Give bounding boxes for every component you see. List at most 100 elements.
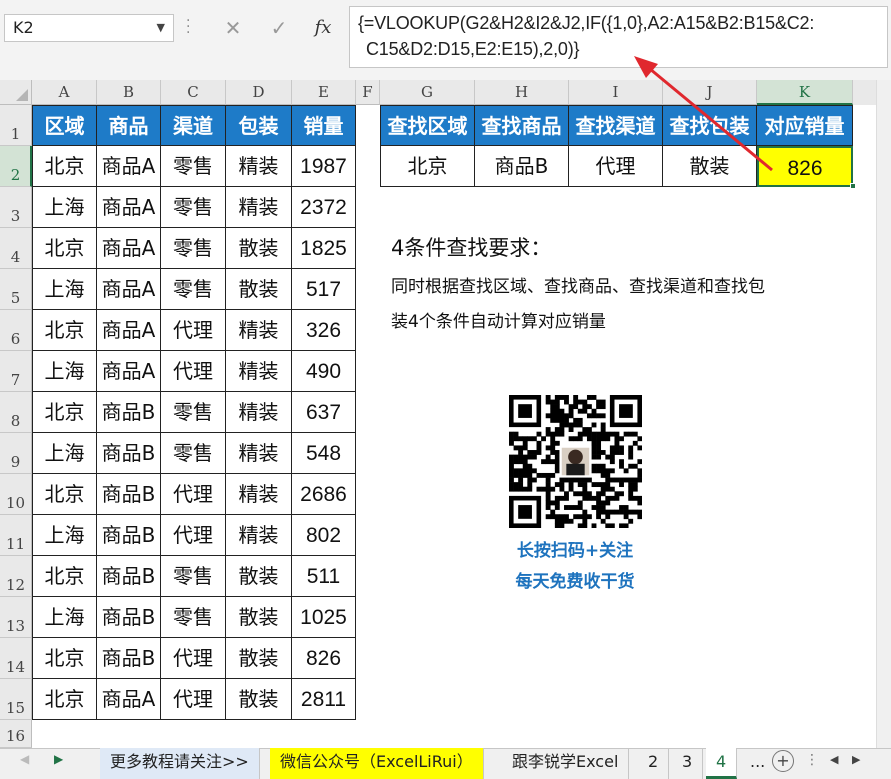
- vertical-scrollbar[interactable]: [876, 80, 891, 748]
- table-cell[interactable]: 商品B: [97, 433, 161, 474]
- table-cell[interactable]: 商品B: [97, 597, 161, 638]
- select-all-corner[interactable]: [0, 80, 32, 105]
- table-cell[interactable]: 代理: [161, 638, 226, 679]
- insert-function-icon[interactable]: fx: [306, 14, 340, 42]
- table-cell[interactable]: 北京: [32, 679, 97, 720]
- column-header-h[interactable]: H: [475, 80, 569, 105]
- sheet-tab-1[interactable]: 更多教程请关注>>: [100, 748, 260, 779]
- table-cell[interactable]: 北京: [32, 146, 97, 187]
- table-cell[interactable]: 散装: [226, 269, 292, 310]
- table-cell[interactable]: 零售: [161, 392, 226, 433]
- prev-sheet-icon[interactable]: ◀: [20, 752, 29, 766]
- table-cell[interactable]: 上海: [32, 515, 97, 556]
- table-cell[interactable]: 散装: [226, 597, 292, 638]
- table-cell[interactable]: 散装: [226, 556, 292, 597]
- table-cell[interactable]: 零售: [161, 269, 226, 310]
- row-header-3[interactable]: 3: [0, 187, 32, 228]
- table-cell[interactable]: 商品A: [97, 679, 161, 720]
- row-header-12[interactable]: 12: [0, 556, 32, 597]
- row-header-13[interactable]: 13: [0, 597, 32, 638]
- table-header-cell[interactable]: 包装: [226, 105, 292, 146]
- table-cell[interactable]: 精装: [226, 392, 292, 433]
- table-cell[interactable]: 商品A: [97, 228, 161, 269]
- table-cell[interactable]: 上海: [32, 187, 97, 228]
- column-header-b[interactable]: B: [97, 80, 161, 105]
- sheet-tab-4[interactable]: 2: [638, 748, 670, 779]
- table-cell[interactable]: 511: [292, 556, 356, 597]
- sheet-tab-5[interactable]: 3: [672, 748, 704, 779]
- table-cell[interactable]: 北京: [32, 474, 97, 515]
- table-cell[interactable]: 精装: [226, 433, 292, 474]
- table-cell[interactable]: 326: [292, 310, 356, 351]
- table-cell[interactable]: 零售: [161, 187, 226, 228]
- sheet-tab-active[interactable]: 4: [706, 748, 738, 779]
- row-header-10[interactable]: 10: [0, 474, 32, 515]
- table-cell[interactable]: 上海: [32, 351, 97, 392]
- table-cell[interactable]: 零售: [161, 228, 226, 269]
- table-cell[interactable]: 商品A: [97, 187, 161, 228]
- table-cell[interactable]: 2372: [292, 187, 356, 228]
- table-header-cell[interactable]: 销量: [292, 105, 356, 146]
- lookup-header-cell[interactable]: 查找区域: [380, 105, 475, 146]
- table-cell[interactable]: 商品A: [97, 351, 161, 392]
- column-header-d[interactable]: D: [226, 80, 292, 105]
- scroll-right-icon[interactable]: ▶: [852, 753, 860, 766]
- table-header-cell[interactable]: 渠道: [161, 105, 226, 146]
- table-cell[interactable]: 零售: [161, 146, 226, 187]
- sheet-tab-2[interactable]: 微信公众号（ExcelLiRui）: [270, 748, 484, 779]
- column-header-c[interactable]: C: [161, 80, 226, 105]
- table-cell[interactable]: 北京: [32, 310, 97, 351]
- table-cell[interactable]: 代理: [161, 474, 226, 515]
- table-cell[interactable]: 散装: [226, 679, 292, 720]
- table-cell[interactable]: 代理: [161, 351, 226, 392]
- table-cell[interactable]: 517: [292, 269, 356, 310]
- table-cell[interactable]: 北京: [32, 392, 97, 433]
- lookup-header-cell[interactable]: 查找商品: [475, 105, 569, 146]
- row-header-4[interactable]: 4: [0, 228, 32, 269]
- table-cell[interactable]: 商品B: [97, 392, 161, 433]
- table-cell[interactable]: 商品B: [97, 474, 161, 515]
- table-cell[interactable]: 826: [292, 638, 356, 679]
- table-header-cell[interactable]: 商品: [97, 105, 161, 146]
- table-cell[interactable]: 1987: [292, 146, 356, 187]
- row-header-16[interactable]: 16: [0, 720, 32, 748]
- drag-handle-icon[interactable]: · · ·: [186, 14, 190, 40]
- table-cell[interactable]: 商品B: [97, 556, 161, 597]
- row-header-14[interactable]: 14: [0, 638, 32, 679]
- table-cell[interactable]: 零售: [161, 433, 226, 474]
- row-header-7[interactable]: 7: [0, 351, 32, 392]
- table-cell[interactable]: 1825: [292, 228, 356, 269]
- row-header-9[interactable]: 9: [0, 433, 32, 474]
- table-cell[interactable]: 上海: [32, 597, 97, 638]
- lookup-value-cell[interactable]: 北京: [380, 146, 475, 187]
- table-cell[interactable]: 548: [292, 433, 356, 474]
- cancel-icon[interactable]: ✕: [216, 14, 250, 42]
- table-cell[interactable]: 商品A: [97, 146, 161, 187]
- scroll-left-icon[interactable]: ◀: [830, 753, 838, 766]
- table-cell[interactable]: 商品A: [97, 310, 161, 351]
- table-cell[interactable]: 精装: [226, 351, 292, 392]
- table-cell[interactable]: 零售: [161, 556, 226, 597]
- table-cell[interactable]: 散装: [226, 228, 292, 269]
- table-cell[interactable]: 代理: [161, 310, 226, 351]
- table-cell[interactable]: 精装: [226, 474, 292, 515]
- enter-icon[interactable]: ✓: [262, 14, 296, 42]
- column-header-e[interactable]: E: [292, 80, 356, 105]
- table-cell[interactable]: 商品B: [97, 515, 161, 556]
- table-cell[interactable]: 802: [292, 515, 356, 556]
- row-header-6[interactable]: 6: [0, 310, 32, 351]
- table-cell[interactable]: 商品B: [97, 638, 161, 679]
- table-cell[interactable]: 精装: [226, 515, 292, 556]
- table-cell[interactable]: 637: [292, 392, 356, 433]
- row-header-11[interactable]: 11: [0, 515, 32, 556]
- table-cell[interactable]: 2811: [292, 679, 356, 720]
- add-sheet-icon[interactable]: +: [772, 750, 794, 772]
- table-cell[interactable]: 零售: [161, 597, 226, 638]
- table-cell[interactable]: 上海: [32, 269, 97, 310]
- column-header-a[interactable]: A: [32, 80, 97, 105]
- table-cell[interactable]: 北京: [32, 556, 97, 597]
- table-cell[interactable]: 商品A: [97, 269, 161, 310]
- name-box[interactable]: K2 ▼: [4, 14, 174, 42]
- table-cell[interactable]: 精装: [226, 146, 292, 187]
- lookup-value-cell[interactable]: 商品B: [475, 146, 569, 187]
